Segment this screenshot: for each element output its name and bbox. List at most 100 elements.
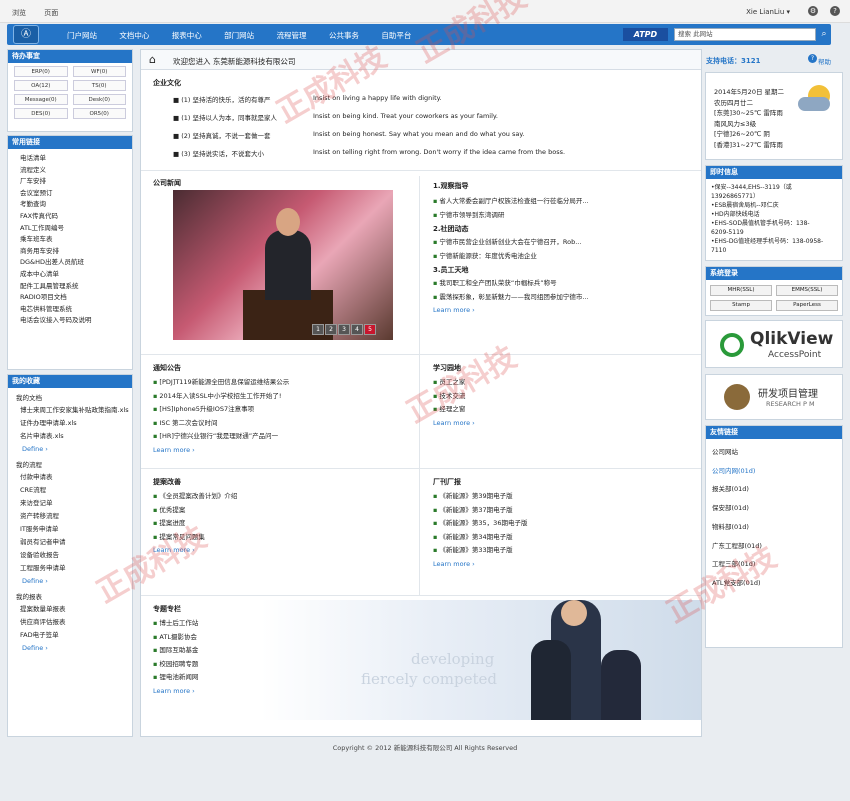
study-item[interactable]: ▪ 经理之窗 bbox=[421, 403, 691, 417]
search-input[interactable]: 搜索 此网站 bbox=[674, 28, 816, 41]
notice-item[interactable]: ▪ 2014年入读SSL中小学校招生工作开始了! bbox=[141, 390, 419, 404]
link-item[interactable]: ATL工作周编号 bbox=[8, 223, 132, 235]
doc-item[interactable]: 名片申请表.xls bbox=[8, 430, 132, 443]
learn-more-link[interactable]: Learn more › bbox=[421, 558, 691, 570]
news-photo[interactable]: 12345 bbox=[173, 190, 393, 340]
paperless-button[interactable]: PaperLess bbox=[776, 300, 838, 311]
define-link[interactable]: Define › bbox=[8, 642, 132, 654]
emms-button[interactable]: EMMS(SSL) bbox=[776, 285, 838, 296]
help-link[interactable]: 帮助 bbox=[818, 56, 831, 66]
todo-message[interactable]: Message(0) bbox=[14, 94, 68, 105]
todo-wf[interactable]: WF(0) bbox=[72, 66, 126, 77]
nav-selfservice[interactable]: 自助平台 bbox=[381, 31, 411, 40]
link-item[interactable]: RADIO项目文档 bbox=[8, 292, 132, 304]
link-item[interactable]: 考勤查询 bbox=[8, 199, 132, 211]
nav-portal[interactable]: 门户网站 bbox=[67, 31, 97, 40]
pager-4[interactable]: 4 bbox=[351, 324, 363, 335]
search-icon[interactable]: ⌕ bbox=[818, 28, 830, 41]
notice-item[interactable]: ▪ [HR]宁德兴业银行“我是理财通”产品问一 bbox=[141, 430, 419, 444]
define-link[interactable]: Define › bbox=[8, 443, 132, 455]
todo-des[interactable]: DES(0) bbox=[14, 108, 68, 119]
link-item[interactable]: 厂车安排 bbox=[8, 176, 132, 188]
pager-2[interactable]: 2 bbox=[325, 324, 337, 335]
link-item[interactable]: 流程定义 bbox=[8, 165, 132, 177]
mhr-button[interactable]: MHR(SSL) bbox=[710, 285, 772, 296]
link-item[interactable]: DG&HD出差人员航班 bbox=[8, 257, 132, 269]
flow-item[interactable]: 工程服务申请单 bbox=[8, 562, 132, 575]
news-item[interactable]: ▪ 震荡探形象，彰显新魅力——我司组团参加宁德市... bbox=[421, 291, 691, 305]
flow-item[interactable]: 来访登记单 bbox=[8, 497, 132, 510]
study-item[interactable]: ▪ 技术交流 bbox=[421, 390, 691, 404]
proposal-item[interactable]: ▪ 提案常见问题集 bbox=[141, 531, 419, 545]
learn-more-link[interactable]: Learn more › bbox=[141, 544, 419, 556]
nav-dept[interactable]: 部门网站 bbox=[224, 31, 254, 40]
special-item[interactable]: ▪ ATL摄影协会 bbox=[141, 631, 341, 645]
report-item[interactable]: 提案数量单报表 bbox=[8, 603, 132, 616]
link-item[interactable]: FAX传真代码 bbox=[8, 211, 132, 223]
todo-oa[interactable]: OA(12) bbox=[14, 80, 68, 91]
menu-browse[interactable]: 浏览 bbox=[12, 9, 26, 17]
special-item[interactable]: ▪ 锂电池新闻网 bbox=[141, 671, 341, 685]
report-item[interactable]: 供应商评估报表 bbox=[8, 616, 132, 629]
special-item[interactable]: ▪ 校园招聘专题 bbox=[141, 658, 341, 672]
rd-project-banner[interactable]: 研发项目管理 RESEARCH P M bbox=[705, 374, 843, 420]
pager-1[interactable]: 1 bbox=[312, 324, 324, 335]
learn-more-link[interactable]: Learn more › bbox=[421, 417, 691, 429]
special-item[interactable]: ▪ 国际互助基金 bbox=[141, 644, 341, 658]
nav-workflow[interactable]: 流程管理 bbox=[277, 31, 307, 40]
friend-link[interactable]: 物料部(01d) bbox=[706, 518, 842, 537]
flow-item[interactable]: CRE流程 bbox=[8, 484, 132, 497]
link-item[interactable]: 成本中心清单 bbox=[8, 269, 132, 281]
help-icon[interactable]: ? bbox=[808, 54, 817, 63]
news-item[interactable]: ▪ 宁德市领导到东湾调研 bbox=[421, 209, 691, 223]
todo-ts[interactable]: TS(0) bbox=[72, 80, 126, 91]
menu-page[interactable]: 页面 bbox=[44, 9, 58, 17]
learn-more-link[interactable]: Learn more › bbox=[141, 444, 419, 456]
flow-item[interactable]: 设备验收报告 bbox=[8, 549, 132, 562]
friend-link[interactable]: 公司网站 bbox=[706, 443, 842, 462]
journal-item[interactable]: ▪ 《新能源》第34期电子版 bbox=[421, 531, 691, 545]
home-icon[interactable]: ⌂ bbox=[149, 54, 161, 66]
journal-item[interactable]: ▪ 《新能源》第37期电子版 bbox=[421, 504, 691, 518]
pager-3[interactable]: 3 bbox=[338, 324, 350, 335]
notice-item[interactable]: ▪ ISC 第二次会议时间 bbox=[141, 417, 419, 431]
news-item[interactable]: ▪ 我司职工和全产团队荣获“巾帼标兵”称号 bbox=[421, 277, 691, 291]
proposal-item[interactable]: ▪ 《全员提案改善计划》介绍 bbox=[141, 490, 419, 504]
link-item[interactable]: 商务用车安排 bbox=[8, 246, 132, 258]
flow-item[interactable]: IT服务申请单 bbox=[8, 523, 132, 536]
todo-desk[interactable]: Desk(0) bbox=[72, 94, 126, 105]
todo-or5[interactable]: OR5(0) bbox=[72, 108, 126, 119]
special-item[interactable]: ▪ 博士后工作站 bbox=[141, 617, 341, 631]
learn-more-link[interactable]: Learn more › bbox=[421, 304, 691, 316]
link-item[interactable]: 电话清单 bbox=[8, 153, 132, 165]
todo-erp[interactable]: ERP(0) bbox=[14, 66, 68, 77]
user-menu[interactable]: Xie LianLiu ▾ bbox=[746, 8, 790, 16]
friend-link[interactable]: 广东工程部(01d) bbox=[706, 537, 842, 556]
friend-link[interactable]: ATL党支部(01d) bbox=[706, 574, 842, 593]
stamp-button[interactable]: Stamp bbox=[710, 300, 772, 311]
flow-item[interactable]: 资产转移流程 bbox=[8, 510, 132, 523]
qlikview-banner[interactable]: QlikView AccessPoint bbox=[705, 320, 843, 368]
notice-item[interactable]: ▪ [HS]Iphone5升级IOS7注意事项 bbox=[141, 403, 419, 417]
doc-item[interactable]: 证件办理申请单.xls bbox=[8, 417, 132, 430]
friend-link[interactable]: 报关部(01d) bbox=[706, 480, 842, 499]
proposal-item[interactable]: ▪ 优秀提案 bbox=[141, 504, 419, 518]
notice-item[interactable]: ▪ [PDJ]T119新能源全田信息保留运维结果公示 bbox=[141, 376, 419, 390]
company-logo[interactable]: Ⓐ bbox=[13, 25, 39, 44]
doc-item[interactable]: 博士来周工作安家集补贴政策指南.xls bbox=[8, 404, 132, 417]
nav-affairs[interactable]: 公共事务 bbox=[329, 31, 359, 40]
proposal-item[interactable]: ▪ 提案进度 bbox=[141, 517, 419, 531]
link-item[interactable]: 乘车班车表 bbox=[8, 234, 132, 246]
link-item[interactable]: 电芯供料管理系统 bbox=[8, 304, 132, 316]
define-link[interactable]: Define › bbox=[8, 575, 132, 587]
journal-item[interactable]: ▪ 《新能源》第35，36期电子版 bbox=[421, 517, 691, 531]
journal-item[interactable]: ▪ 《新能源》第33期电子版 bbox=[421, 544, 691, 558]
friend-link[interactable]: 公司内网(01d) bbox=[706, 462, 842, 481]
pager-5[interactable]: 5 bbox=[364, 324, 376, 335]
learn-more-link[interactable]: Learn more › bbox=[141, 685, 341, 697]
news-item[interactable]: ▪ 宁德新能源获：年度优秀电池企业 bbox=[421, 250, 691, 264]
link-item[interactable]: 会议室预订 bbox=[8, 188, 132, 200]
link-item[interactable]: 电话会议接入号码及说明 bbox=[8, 315, 132, 327]
report-item[interactable]: FAD电子签单 bbox=[8, 629, 132, 642]
news-item[interactable]: ▪ 宁德市民营企业创新创业大会在宁德召开，Rob... bbox=[421, 236, 691, 250]
